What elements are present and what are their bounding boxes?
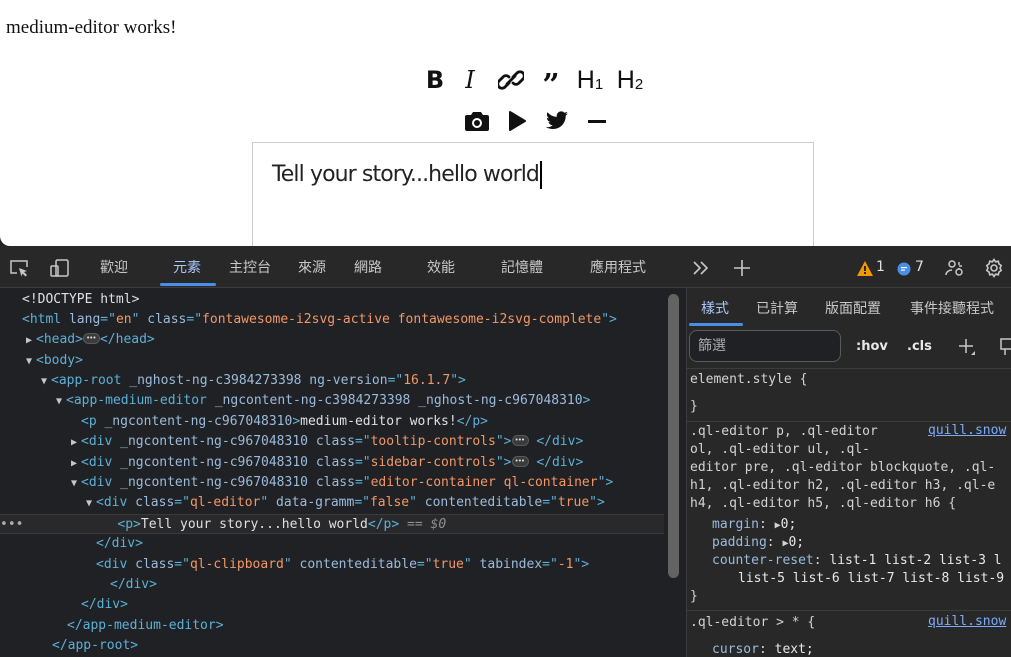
format-toolbar: B I ” H1 H2 (420, 63, 650, 103)
tree-node-editor-container[interactable]: ▼ <div _ngcontent-ng-c967048310 class="ed… (67, 473, 664, 493)
rule2-selector[interactable]: .ql-editor > * { (690, 614, 815, 632)
page-heading: medium-editor works! (6, 17, 177, 38)
link-icon[interactable] (490, 63, 532, 97)
tab-welcome[interactable]: 歡迎 (100, 258, 128, 278)
element-style-rule[interactable]: element.style { (690, 371, 807, 389)
settings-gear-icon[interactable] (984, 258, 1004, 278)
tree-node-selected-p[interactable]: ••• <p>Tell your story...hello world</p>… (0, 514, 664, 535)
tab-console[interactable]: 主控台 (229, 258, 271, 278)
tree-node-close-div[interactable]: </div> (81, 595, 664, 615)
collapse-arrow-icon[interactable]: ▼ (67, 474, 81, 494)
tab-layout[interactable]: 版面配置 (825, 298, 881, 318)
margin-declaration[interactable]: margin: ▶0; (712, 516, 796, 535)
elements-tree[interactable]: <!DOCTYPE html> <html lang="en" class="f… (0, 288, 664, 657)
add-tab-icon[interactable] (732, 258, 752, 278)
bold-button[interactable]: B (420, 63, 450, 97)
collapse-arrow-icon[interactable]: ▼ (82, 494, 96, 514)
tab-memory[interactable]: 記憶體 (501, 258, 543, 278)
tree-node-app-root[interactable]: ▼ <app-root _nghost-ng-c3984273398 ng-ver… (37, 371, 664, 391)
h2-button[interactable]: H2 (610, 63, 650, 97)
node-actions-icon[interactable]: ••• (0, 515, 23, 535)
tab-computed[interactable]: 已計算 (756, 298, 798, 318)
collapse-arrow-icon[interactable]: ▼ (52, 392, 66, 412)
tree-node-html[interactable]: <html lang="en" class="fontawesome-i2svg… (22, 310, 664, 330)
quote-button[interactable]: ” (532, 63, 570, 103)
padding-declaration[interactable]: padding: ▶0; (712, 534, 804, 553)
active-tab-indicator (160, 283, 216, 286)
tab-sources[interactable]: 來源 (298, 258, 326, 278)
tab-application[interactable]: 應用程式 (590, 258, 646, 278)
tree-node-close-div[interactable]: </div> (96, 534, 664, 554)
hov-button[interactable]: :hov (856, 339, 888, 354)
devtools-toolbar: 歡迎 元素 主控台 來源 網路 效能 記憶體 應用程式 1 7 (0, 246, 1011, 288)
tree-node-close-app-root[interactable]: </app-root> (52, 636, 664, 656)
inspect-element-icon[interactable] (9, 258, 29, 278)
cursor-declaration[interactable]: cursor: text; (712, 641, 814, 657)
ellipsis-icon[interactable] (511, 451, 529, 471)
ellipsis-icon[interactable] (511, 430, 529, 450)
cls-button[interactable]: .cls (907, 339, 932, 354)
camera-icon[interactable] (457, 105, 497, 137)
tab-performance[interactable]: 效能 (427, 258, 455, 278)
collapse-arrow-icon[interactable]: ▼ (37, 372, 51, 392)
tree-node-ql-clipboard[interactable]: <div class="ql-clipboard" contenteditabl… (96, 555, 664, 575)
message-icon[interactable] (897, 262, 911, 276)
tree-node-tooltip-controls[interactable]: ▶ <div _ngcontent-ng-c967048310 class="to… (67, 430, 664, 453)
play-icon[interactable] (497, 105, 537, 137)
warning-icon[interactable] (857, 261, 873, 277)
tree-node-p[interactable]: <p _ngcontent-ng-c967048310>medium-edito… (81, 412, 664, 432)
editor-content[interactable]: Tell your story...hello world (272, 161, 543, 189)
warning-count[interactable]: 1 (876, 259, 885, 275)
rule1-selector-line[interactable]: editor pre, .ql-editor blockquote, .ql- (690, 459, 995, 477)
tab-network[interactable]: 網路 (354, 258, 382, 278)
editor-box[interactable]: Tell your story...hello world (252, 142, 814, 246)
italic-button[interactable]: I (450, 63, 490, 97)
rule1-selector-line[interactable]: h4, .ql-editor h5, .ql-editor h6 { (690, 495, 956, 513)
tree-node-doctype[interactable]: <!DOCTYPE html> (22, 290, 664, 310)
twitter-icon[interactable] (537, 105, 577, 137)
rule1-selector-line[interactable]: ol, .ql-editor ul, .ql- (690, 441, 870, 459)
device-toolbar-icon[interactable] (50, 258, 70, 278)
collapse-arrow-icon[interactable]: ▼ (22, 352, 36, 372)
counter-reset-declaration[interactable]: counter-reset: list-1 list-2 list-3 l (712, 552, 1002, 570)
customize-icon[interactable] (945, 258, 965, 278)
tree-node-body[interactable]: ▼ <body> (22, 351, 664, 371)
ellipsis-icon[interactable] (82, 328, 100, 348)
more-tabs-icon[interactable] (691, 258, 711, 278)
tree-node-head[interactable]: ▶<head></head> (22, 328, 664, 351)
active-tab-indicator (689, 323, 743, 326)
tree-scrollbar-thumb[interactable] (668, 294, 679, 578)
expand-arrow-icon[interactable]: ▶ (22, 331, 36, 351)
styles-pane: 樣式 已計算 版面配置 事件接聽程式 篩選 :hov .cls element.… (686, 288, 1011, 657)
computed-sidebar-icon[interactable] (999, 338, 1011, 356)
tree-node-ql-editor[interactable]: ▼ <div class="ql-editor" data-gramm="fals… (82, 493, 664, 513)
expand-arrow-icon[interactable]: ▶ (67, 433, 81, 453)
rule-close-brace: } (690, 399, 698, 414)
tree-node-close-app-medium-editor[interactable]: </app-medium-editor> (67, 616, 664, 636)
counter-reset-continuation: list-5 list-6 list-7 list-8 list-9 (738, 571, 1005, 586)
h1-button[interactable]: H1 (570, 63, 610, 97)
tab-styles[interactable]: 樣式 (701, 298, 729, 318)
tab-elements[interactable]: 元素 (173, 258, 201, 278)
rule1-source-link[interactable]: quill.snow (928, 423, 1006, 438)
rule1-selector-line[interactable]: h1, .ql-editor h2, .ql-editor h3, .ql-e (690, 477, 995, 495)
styles-filter-input[interactable]: 篩選 (689, 330, 841, 362)
tree-node-sidebar-controls[interactable]: ▶ <div _ngcontent-ng-c967048310 class="si… (67, 451, 664, 474)
insert-toolbar (457, 105, 617, 137)
rule1-selector-line[interactable]: .ql-editor p, .ql-editor (690, 423, 878, 441)
tab-event-listeners[interactable]: 事件接聽程式 (910, 298, 994, 318)
message-count[interactable]: 7 (915, 259, 924, 275)
rule-close-brace: } (690, 589, 698, 604)
page-preview: medium-editor works! B I ” H1 H2 Tell yo… (0, 0, 1011, 246)
expand-arrow-icon[interactable]: ▶ (67, 454, 81, 474)
divider-icon[interactable] (577, 105, 617, 137)
rule2-source-link[interactable]: quill.snow (928, 614, 1006, 629)
tree-node-close-div[interactable]: </div> (110, 575, 664, 595)
tree-node-app-medium-editor[interactable]: ▼ <app-medium-editor _ngcontent-ng-c39842… (52, 391, 664, 411)
new-rule-icon[interactable] (958, 338, 976, 356)
